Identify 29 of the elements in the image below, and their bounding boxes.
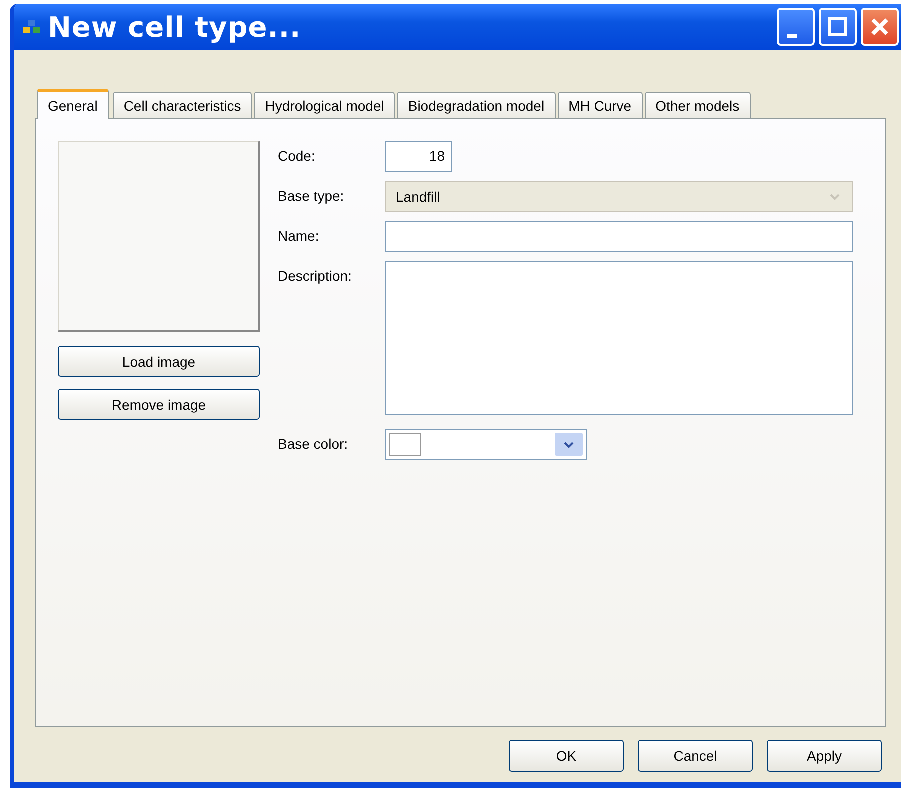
field-label: Base color: — [278, 435, 350, 452]
minimize-button[interactable] — [777, 8, 815, 46]
tab[interactable]: Other models — [644, 92, 751, 118]
tab[interactable]: General — [37, 89, 109, 119]
tab[interactable]: MH Curve — [558, 92, 643, 118]
field-label: Base type: — [278, 187, 346, 204]
field-label: Code: — [278, 147, 316, 164]
chevron-down-icon — [830, 194, 840, 200]
maximize-icon — [827, 16, 849, 38]
dialog-button[interactable]: Cancel — [638, 740, 753, 772]
tab[interactable]: Cell characteristics — [112, 92, 252, 118]
minimize-icon — [787, 34, 797, 38]
tab[interactable]: Biodegradation model — [397, 92, 556, 118]
field-label: Description: — [278, 267, 353, 284]
dialog-button[interactable]: Apply — [767, 740, 882, 772]
close-button[interactable] — [861, 8, 899, 46]
field-label: Name: — [278, 227, 320, 244]
tab[interactable]: Hydrological model — [254, 92, 396, 118]
maximize-button[interactable] — [819, 8, 857, 46]
name-field[interactable] — [385, 221, 853, 252]
description-field[interactable] — [385, 261, 853, 415]
color-dropdown[interactable] — [385, 429, 587, 460]
code-field[interactable]: 18 — [385, 141, 452, 172]
close-icon — [869, 16, 891, 38]
dialog-button[interactable]: OK — [509, 740, 624, 772]
window-title: New cell type... — [48, 10, 302, 44]
cubes-icon — [22, 19, 42, 35]
image-button[interactable]: Load image — [58, 346, 260, 377]
image-button[interactable]: Remove image — [58, 389, 260, 420]
